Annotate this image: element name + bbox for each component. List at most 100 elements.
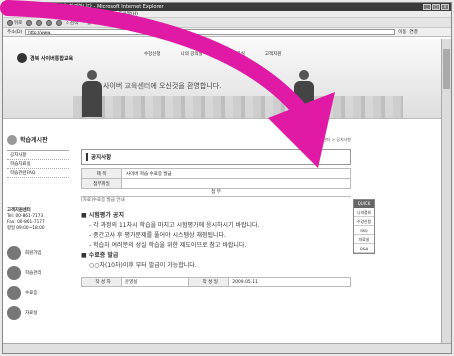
search-icon: ⌕ xyxy=(66,20,69,26)
post-meta-table: 작 성 자 운영실 작 성 일 2009.05.11 xyxy=(81,277,351,287)
back-button[interactable]: 뒤로 xyxy=(7,19,23,26)
quick-link-library[interactable]: 자료실 xyxy=(7,306,69,320)
global-nav: 수강신청 나의 강의실 학습 자료실 고객지원 xyxy=(141,50,284,58)
menu-edit[interactable]: 편집(E) xyxy=(27,11,42,17)
title-bar: 사이버 교육센터에 오신것을 환영합니다 - Microsoft Interne… xyxy=(3,3,451,11)
quick-link-label: 학습관리 xyxy=(25,271,42,276)
close-button[interactable]: × xyxy=(441,4,449,10)
quick-menu-item[interactable]: 나의정보 xyxy=(354,208,374,217)
print-icon[interactable] xyxy=(127,19,134,26)
person-illustration-left xyxy=(81,70,103,118)
toolbar: 뒤로 ⌕ 검색 ☆ 즐겨찾기 xyxy=(3,18,451,28)
notice-title: 공지사항 xyxy=(81,149,351,165)
left-nav-title: 학습게시판 xyxy=(7,129,69,151)
quick-link-join[interactable]: 회원가입 xyxy=(7,246,69,260)
menu-favorites[interactable]: 즐겨찾기(A) xyxy=(69,11,92,17)
manage-icon xyxy=(7,266,21,280)
left-nav: 학습게시판 공지사항 학습자료실 학습관련FAQ 고객지원센터 Tel: 00-… xyxy=(7,129,69,320)
breadcrumb: 교육센터 > 공지사항 xyxy=(315,137,351,142)
gnb-item-enroll[interactable]: 수강신청 xyxy=(141,50,164,58)
gnb-item-support[interactable]: 고객지원 xyxy=(262,50,285,58)
history-icon[interactable] xyxy=(107,19,114,26)
maximize-button[interactable]: □ xyxy=(432,4,440,10)
table-row: 첨부파일 xyxy=(81,178,351,189)
left-nav-item-resources[interactable]: 학습자료실 xyxy=(7,160,69,169)
address-input[interactable] xyxy=(25,29,396,35)
welcome-suffix: 에 오신것을 환영합니다. xyxy=(150,82,222,90)
favorites-label: 즐겨찾기 xyxy=(87,20,104,26)
body-line: - 학습자 여러분의 성실 학습을 위한 제도이므로 참고 바랍니다. xyxy=(89,242,247,249)
search-button[interactable]: ⌕ 검색 xyxy=(66,20,78,26)
left-nav-title-text: 학습게시판 xyxy=(20,137,48,144)
attach-label: 첨부파일 xyxy=(81,178,122,189)
sub-note: [자료]수료증 발급 안내 xyxy=(81,198,125,203)
attachment-row: 첨 부 xyxy=(81,189,351,197)
stop-icon[interactable] xyxy=(36,19,43,26)
address-bar: 주소(D) 이동 연결 xyxy=(3,28,451,37)
menu-view[interactable]: 보기(V) xyxy=(48,11,63,17)
logo-icon xyxy=(17,53,27,63)
back-arrow-icon xyxy=(7,19,13,26)
subject-label: 제 목 xyxy=(81,168,122,179)
quick-menu-item[interactable]: 수강신청 xyxy=(354,217,374,226)
left-nav-item-notice[interactable]: 공지사항 xyxy=(7,151,69,160)
minimize-button[interactable]: _ xyxy=(423,4,431,10)
menu-tools[interactable]: 도구(T) xyxy=(98,11,113,17)
browser-window: 사이버 교육센터에 오신것을 환영합니다 - Microsoft Interne… xyxy=(2,2,452,354)
table-row: 제 목 사이버 학습 수료증 발급 xyxy=(81,168,351,179)
home-icon[interactable] xyxy=(56,19,63,26)
web-page: 경북 사이버통합교육 수강신청 나의 강의실 학습 자료실 고객지원 사이버 교… xyxy=(3,39,443,353)
quick-link-manage[interactable]: 학습관리 xyxy=(7,266,69,280)
quick-menu-item[interactable]: FAQ xyxy=(354,226,374,235)
quick-menu-item[interactable]: Q&A xyxy=(354,244,374,253)
title-bar-mark xyxy=(86,153,88,161)
attach-value[interactable] xyxy=(121,178,351,189)
city-skyline-illustration xyxy=(73,96,403,118)
logo-text: 경북 사이버통합교육 xyxy=(30,55,74,62)
star-icon: ☆ xyxy=(82,20,87,25)
quick-links: 회원가입 학습관리 수료증 자료실 xyxy=(7,246,69,320)
post-info-table: 제 목 사이버 학습 수료증 발급 첨부파일 xyxy=(81,168,351,189)
date-label: 작 성 일 xyxy=(188,277,230,287)
refresh-icon[interactable] xyxy=(46,19,53,26)
body-line: ○○차(10차)이후 부터 발급이 가능합니다. xyxy=(89,262,197,269)
gnb-item-classroom[interactable]: 나의 강의실 xyxy=(178,50,206,58)
gnb-item-library[interactable]: 학습 자료실 xyxy=(220,50,248,58)
mail-icon[interactable] xyxy=(117,19,124,26)
status-bar xyxy=(3,343,451,353)
quick-menu-title: QUICK xyxy=(354,200,374,208)
post-body: ■ 시험평가 공지 - 각 과정의 11차시 학습을 마치고 시험평가에 응시하… xyxy=(81,211,351,271)
person-illustration-right xyxy=(293,70,315,118)
left-nav-item-faq[interactable]: 학습관련FAQ xyxy=(7,169,69,178)
vertical-scrollbar[interactable] xyxy=(441,39,451,345)
back-label: 뒤로 xyxy=(14,20,23,26)
menu-file[interactable]: 파일(F) xyxy=(7,11,21,17)
section-heading: ■ 수료증 발급 xyxy=(81,252,119,259)
quick-link-label: 자료실 xyxy=(25,311,38,316)
quick-menu-item[interactable]: 자료실 xyxy=(354,235,374,244)
quick-link-label: 회원가입 xyxy=(25,251,42,256)
contact-box: 고객지원센터 Tel: 00-861-7173 Fax: 00-861-7177… xyxy=(7,208,69,232)
scrollbar-thumb[interactable] xyxy=(443,49,450,89)
body-line: - 각 과정의 11차시 학습을 마치고 시험평가에 응시하시기 바랍니다. xyxy=(89,222,260,229)
site-logo[interactable]: 경북 사이버통합교육 xyxy=(17,53,73,63)
notice-title-text: 공지사항 xyxy=(91,155,112,161)
welcome-prefix: 사이버 xyxy=(103,82,123,90)
menu-bar: 파일(F) 편집(E) 보기(V) 즐겨찾기(A) 도구(T) 도움말(H) xyxy=(3,11,451,18)
subject-value: 사이버 학습 수료증 발급 xyxy=(121,168,351,179)
welcome-highlight: 교육센터 xyxy=(124,82,151,90)
links-button[interactable]: 연결 xyxy=(410,29,418,35)
main-content: 교육센터 > 공지사항 공지사항 제 목 사이버 학습 수료증 발급 첨부파일 … xyxy=(81,131,351,287)
window-title: 사이버 교육센터에 오신것을 환영합니다 - Microsoft Interne… xyxy=(9,4,164,10)
quick-link-certificate[interactable]: 수료증 xyxy=(7,286,69,300)
board-icon xyxy=(7,134,17,145)
menu-help[interactable]: 도움말(H) xyxy=(119,11,138,17)
welcome-banner: 사이버 교육센터에 오신것을 환영합니다. xyxy=(103,81,221,91)
quick-link-label: 수료증 xyxy=(25,291,38,296)
address-label: 주소(D) xyxy=(7,30,23,35)
go-button[interactable]: 이동 xyxy=(398,29,406,35)
library-icon xyxy=(7,306,21,320)
search-label: 검색 xyxy=(69,20,79,26)
forward-arrow-icon[interactable] xyxy=(26,19,33,26)
favorites-button[interactable]: ☆ 즐겨찾기 xyxy=(82,20,104,26)
